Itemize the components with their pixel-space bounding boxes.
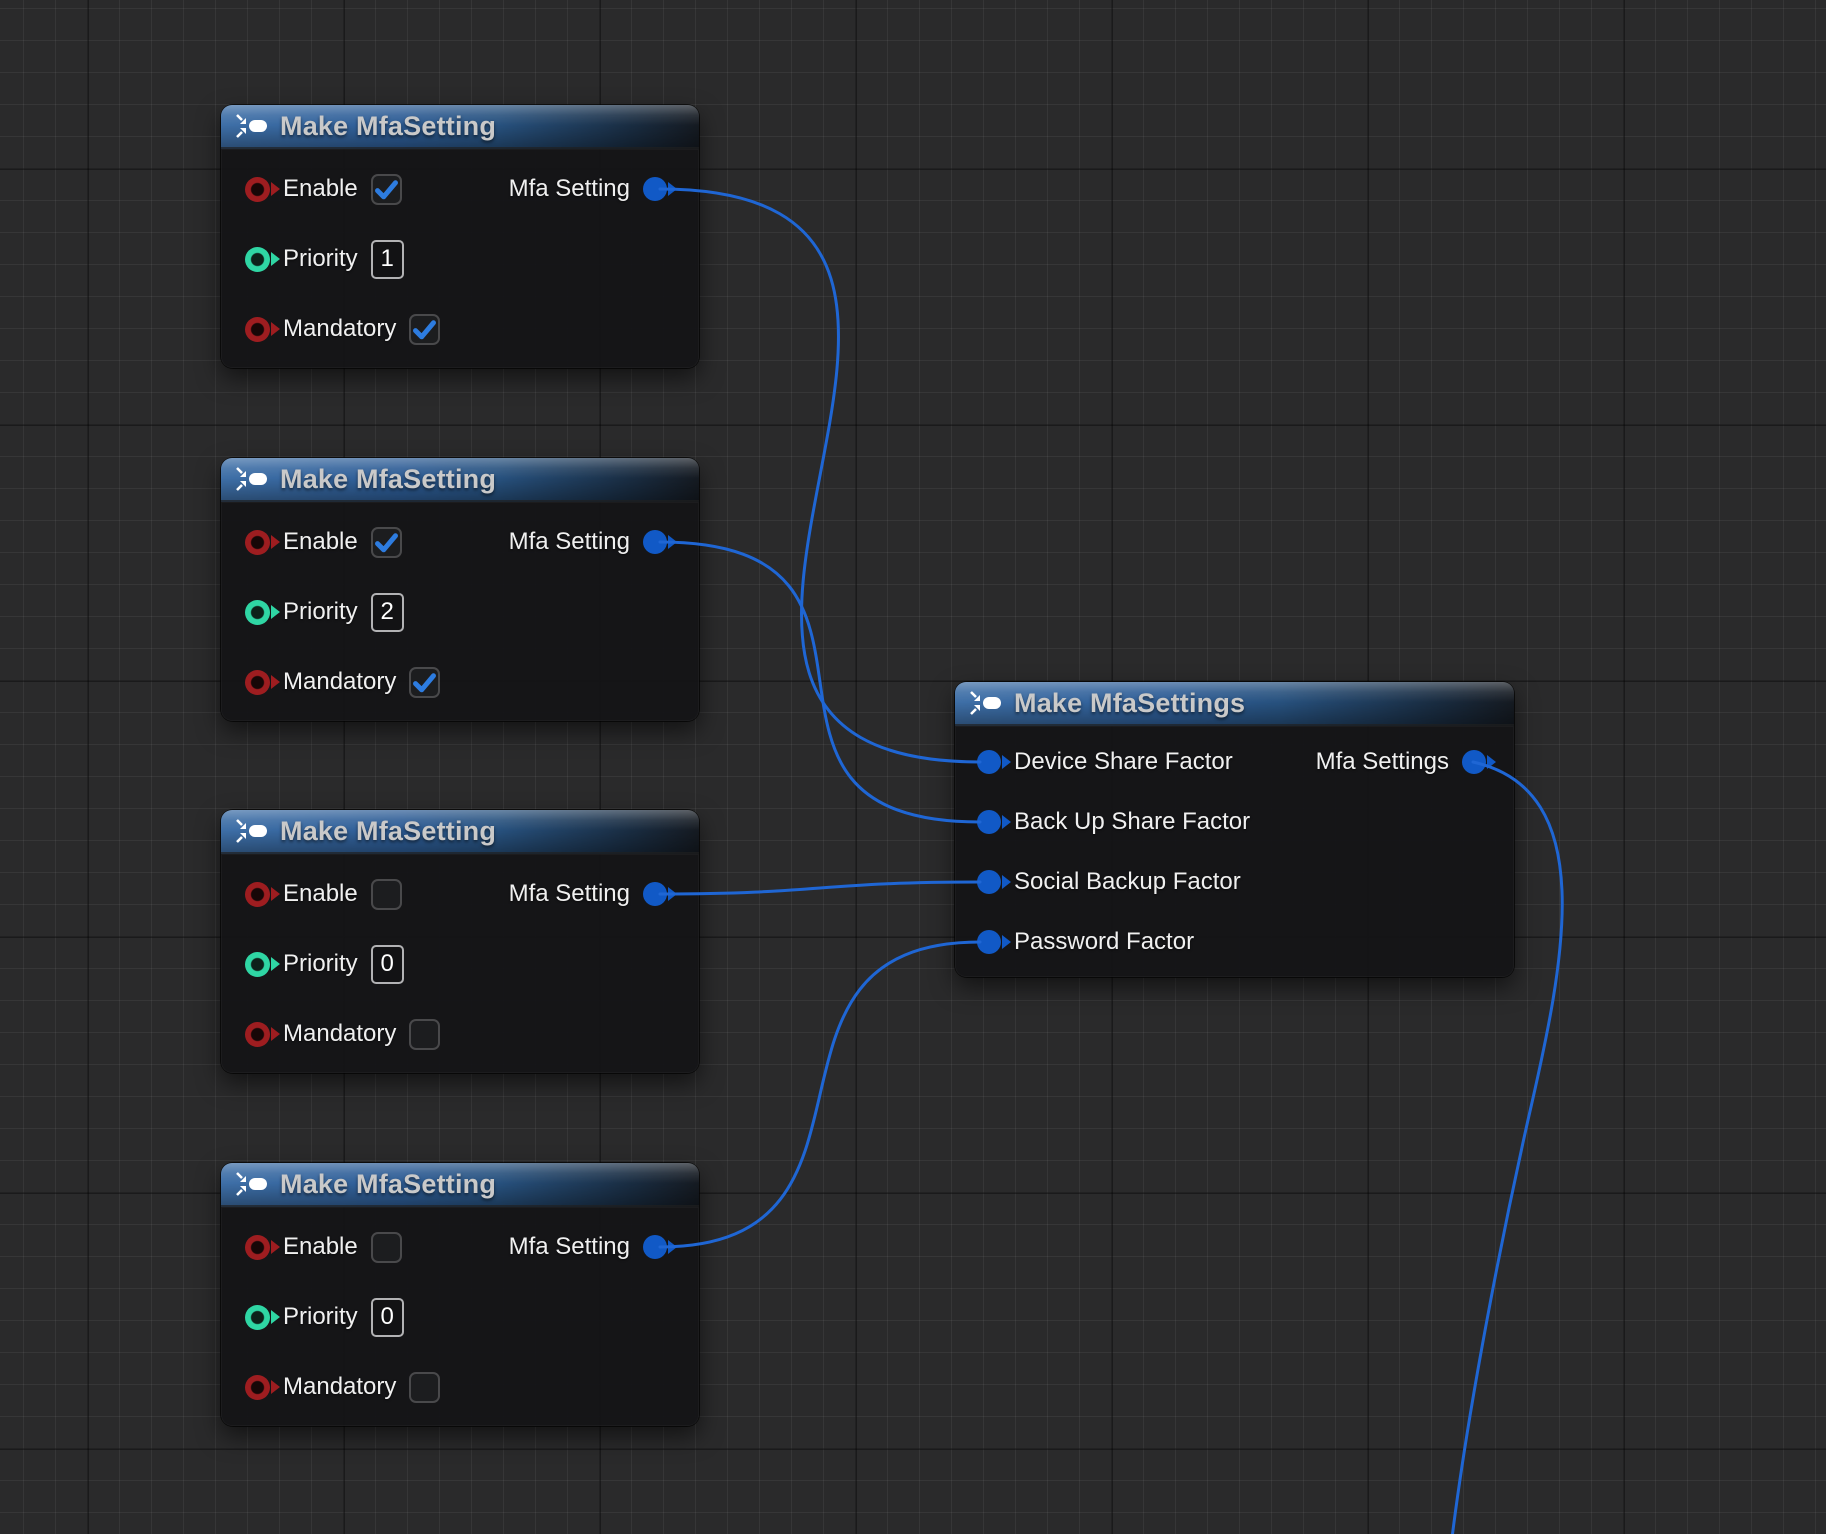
enable-checkbox[interactable] (371, 174, 402, 205)
wire-mfasetting1-to-device-share-factor[interactable] (660, 189, 980, 762)
pin-label-back-up-share-factor: Back Up Share Factor (1014, 808, 1250, 836)
pin-row: Priority 2 (221, 577, 699, 647)
pin-enable-bool[interactable] (245, 530, 270, 555)
pin-mfa-settings-output[interactable] (1462, 750, 1486, 774)
node-title: Make MfaSetting (280, 816, 496, 847)
pin-label-mandatory: Mandatory (283, 1020, 396, 1048)
enable-checkbox[interactable] (371, 879, 402, 910)
make-struct-icon (235, 1171, 269, 1197)
priority-input[interactable]: 2 (371, 593, 404, 632)
pin-row: Mandatory (221, 999, 699, 1069)
node-make-mfasettings[interactable]: Make MfaSettings Device Share Factor Mfa… (955, 682, 1514, 977)
pin-row: Back Up Share Factor (955, 792, 1514, 852)
pin-priority-int[interactable] (245, 600, 270, 625)
enable-checkbox[interactable] (371, 527, 402, 558)
pin-row: Mandatory (221, 294, 699, 364)
node-header[interactable]: Make MfaSetting (221, 458, 699, 502)
pin-mandatory-bool[interactable] (245, 1022, 270, 1047)
pin-label-priority: Priority (283, 1303, 358, 1331)
node-title: Make MfaSetting (280, 111, 496, 142)
pin-label-mandatory: Mandatory (283, 315, 396, 343)
pin-mfa-setting-output[interactable] (643, 1235, 667, 1259)
pin-row: Password Factor (955, 912, 1514, 972)
pin-back-up-share-factor[interactable] (977, 810, 1001, 834)
pin-social-backup-factor[interactable] (977, 870, 1001, 894)
pin-row: Mandatory (221, 1352, 699, 1422)
priority-input[interactable]: 1 (371, 240, 404, 279)
pin-label-password-factor: Password Factor (1014, 928, 1194, 956)
pin-enable-bool[interactable] (245, 177, 270, 202)
pin-row: Enable Mfa Setting (221, 1212, 699, 1282)
pin-label-mfa-setting: Mfa Setting (509, 175, 630, 203)
check-icon (411, 669, 438, 696)
wire-mfasetting3-to-social-backup-factor[interactable] (660, 882, 980, 894)
pin-row: Enable Mfa Setting (221, 507, 699, 577)
check-icon (373, 176, 400, 203)
pin-mandatory-bool[interactable] (245, 670, 270, 695)
pin-label-device-share-factor: Device Share Factor (1014, 748, 1233, 776)
node-header[interactable]: Make MfaSetting (221, 810, 699, 854)
pin-enable-bool[interactable] (245, 1235, 270, 1260)
pin-label-mandatory: Mandatory (283, 668, 396, 696)
pin-label-enable: Enable (283, 1233, 358, 1261)
pin-label-priority: Priority (283, 598, 358, 626)
pin-mfa-setting-output[interactable] (643, 530, 667, 554)
node-make-mfasetting-4[interactable]: Make MfaSetting Enable Mfa Setting (221, 1163, 699, 1426)
node-title: Make MfaSetting (280, 464, 496, 495)
pin-label-enable: Enable (283, 175, 358, 203)
pin-enable-bool[interactable] (245, 882, 270, 907)
pin-row: Mandatory (221, 647, 699, 717)
pin-device-share-factor[interactable] (977, 750, 1001, 774)
pin-password-factor[interactable] (977, 930, 1001, 954)
mandatory-checkbox[interactable] (409, 1019, 440, 1050)
priority-input[interactable]: 0 (371, 1298, 404, 1337)
node-make-mfasetting-3[interactable]: Make MfaSetting Enable Mfa Setting (221, 810, 699, 1073)
node-header[interactable]: Make MfaSettings (955, 682, 1514, 726)
mandatory-checkbox[interactable] (409, 1372, 440, 1403)
pin-priority-int[interactable] (245, 952, 270, 977)
make-struct-icon (235, 818, 269, 844)
pin-label-mandatory: Mandatory (283, 1373, 396, 1401)
pin-label-mfa-setting: Mfa Setting (509, 1233, 630, 1261)
node-title: Make MfaSettings (1014, 688, 1245, 719)
pin-label-social-backup-factor: Social Backup Factor (1014, 868, 1241, 896)
wire-mfasetting2-to-back-up-share-factor[interactable] (660, 542, 980, 822)
node-title: Make MfaSetting (280, 1169, 496, 1200)
pin-label-mfa-settings: Mfa Settings (1316, 748, 1449, 776)
pin-row: Social Backup Factor (955, 852, 1514, 912)
pin-mfa-setting-output[interactable] (643, 882, 667, 906)
pin-row: Priority 0 (221, 1282, 699, 1352)
check-icon (411, 316, 438, 343)
mandatory-checkbox[interactable] (409, 314, 440, 345)
pin-label-mfa-setting: Mfa Setting (509, 528, 630, 556)
mandatory-checkbox[interactable] (409, 667, 440, 698)
pin-mfa-setting-output[interactable] (643, 177, 667, 201)
pin-priority-int[interactable] (245, 247, 270, 272)
make-struct-icon (969, 690, 1003, 716)
wire-mfasetting4-to-password-factor[interactable] (660, 942, 980, 1247)
pin-row: Priority 1 (221, 224, 699, 294)
pin-row: Device Share Factor Mfa Settings (955, 732, 1514, 792)
pin-label-enable: Enable (283, 880, 358, 908)
node-header[interactable]: Make MfaSetting (221, 1163, 699, 1207)
pin-row: Enable Mfa Setting (221, 859, 699, 929)
pin-label-priority: Priority (283, 245, 358, 273)
node-make-mfasetting-2[interactable]: Make MfaSetting Enable Mfa Setting (221, 458, 699, 721)
pin-mandatory-bool[interactable] (245, 317, 270, 342)
check-icon (373, 529, 400, 556)
priority-input[interactable]: 0 (371, 945, 404, 984)
pin-row: Priority 0 (221, 929, 699, 999)
pin-label-priority: Priority (283, 950, 358, 978)
node-header[interactable]: Make MfaSetting (221, 105, 699, 149)
node-make-mfasetting-1[interactable]: Make MfaSetting Enable Mfa Setting (221, 105, 699, 368)
pin-priority-int[interactable] (245, 1305, 270, 1330)
make-struct-icon (235, 466, 269, 492)
enable-checkbox[interactable] (371, 1232, 402, 1263)
pin-mandatory-bool[interactable] (245, 1375, 270, 1400)
pin-label-enable: Enable (283, 528, 358, 556)
pin-label-mfa-setting: Mfa Setting (509, 880, 630, 908)
blueprint-graph-canvas[interactable]: Make MfaSetting Enable Mfa Setting (0, 0, 1826, 1534)
make-struct-icon (235, 113, 269, 139)
pin-row: Enable Mfa Setting (221, 154, 699, 224)
